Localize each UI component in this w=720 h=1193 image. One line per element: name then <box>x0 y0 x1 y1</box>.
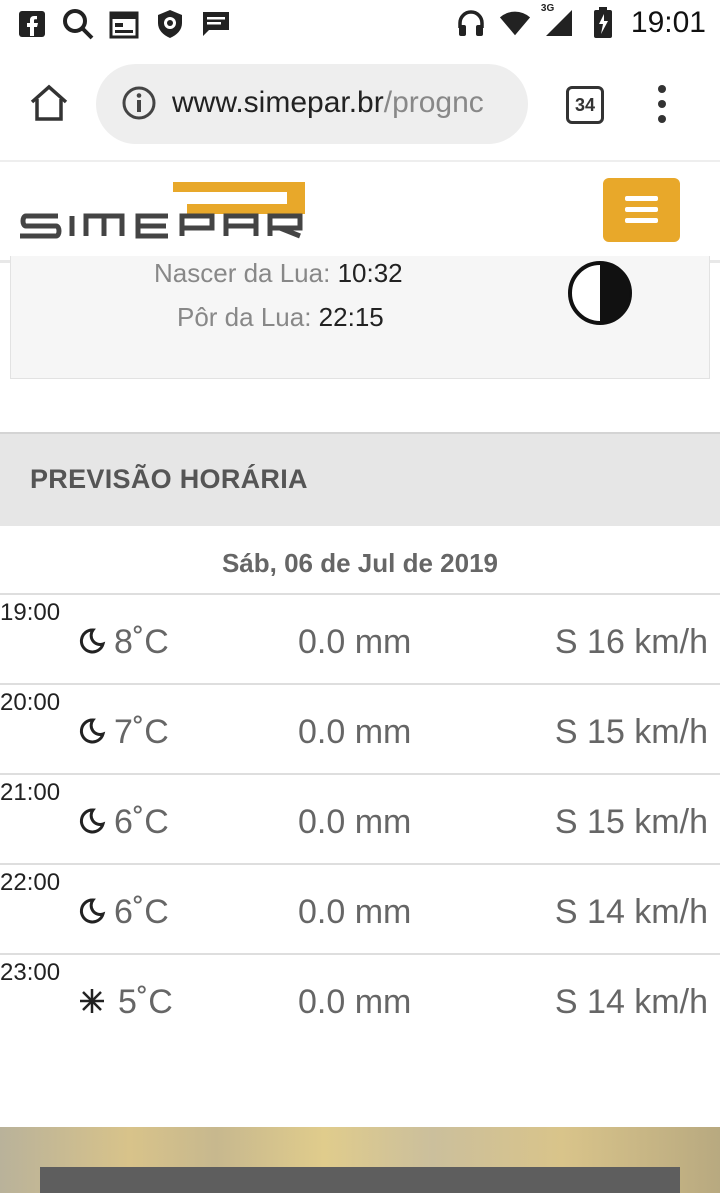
notification-icons <box>16 8 232 40</box>
tab-switcher-button[interactable]: 34 <box>566 86 604 124</box>
hour-precipitation: 0.0 mm <box>298 623 412 661</box>
moon-icon <box>80 628 106 654</box>
hour-precipitation: 0.0 mm <box>298 713 412 751</box>
hour-temperature: 7˚C <box>114 713 169 751</box>
hour-row: 21:00 6˚C 0.0 mm S 15 km/h <box>0 773 720 865</box>
calendar-icon <box>108 8 140 40</box>
site-header <box>0 160 720 263</box>
hour-precipitation: 0.0 mm <box>298 803 412 841</box>
network-type: 3G <box>540 3 555 14</box>
system-icons: 3G 19:01 <box>455 3 706 40</box>
hour-row: 19:00 8˚C 0.0 mm S 16 km/h <box>0 593 720 685</box>
hourly-forecast-header: PREVISÃO HORÁRIA <box>0 432 720 526</box>
shield-icon <box>154 8 186 40</box>
moon-icon <box>80 808 106 834</box>
moonrise-time: 10:32 <box>337 258 403 288</box>
menu-toggle-button[interactable] <box>603 178 680 242</box>
info-icon[interactable] <box>122 86 156 120</box>
moonrise-label: Nascer da Lua: <box>154 258 331 288</box>
url-path: /prognc <box>383 86 484 119</box>
hour-row: 20:00 7˚C 0.0 mm S 15 km/h <box>0 683 720 775</box>
clock: 19:01 <box>630 6 706 39</box>
hour-temperature: 8˚C <box>114 623 169 661</box>
hour-temperature: 5˚C <box>118 983 173 1021</box>
footer-panel <box>40 1167 680 1193</box>
browser-toolbar: www.simepar.br/prognc 34 <box>0 50 720 160</box>
hour-row: 22:00 6˚C 0.0 mm S 14 km/h <box>0 863 720 955</box>
battery-icon <box>587 7 619 39</box>
hour-wind: S 15 km/h <box>554 713 708 751</box>
wifi-icon <box>499 7 531 39</box>
url-host: www.simepar.br <box>172 86 384 119</box>
message-icon <box>200 8 232 40</box>
moon-icon <box>80 898 106 924</box>
hour-precipitation: 0.0 mm <box>298 983 412 1021</box>
home-icon <box>30 84 68 121</box>
hamburger-line <box>625 196 658 201</box>
hour-wind: S 14 km/h <box>554 983 708 1021</box>
signal-icon: 3G <box>541 3 575 39</box>
moon-phase-icon <box>567 260 633 326</box>
hour-wind: S 14 km/h <box>554 893 708 931</box>
forecast-date: Sáb, 06 de Jul de 2019 <box>221 548 499 578</box>
hour-time: 20:00 <box>0 689 61 716</box>
url-text[interactable]: www.simepar.br/prognc <box>172 86 512 120</box>
moonset-time: 22:15 <box>318 302 384 332</box>
hour-time: 23:00 <box>0 959 61 986</box>
facebook-icon <box>16 8 48 40</box>
hour-temperature: 6˚C <box>114 893 169 931</box>
home-button[interactable] <box>28 82 70 124</box>
hour-time: 19:00 <box>0 599 61 626</box>
hour-time: 21:00 <box>0 779 61 806</box>
hour-precipitation: 0.0 mm <box>298 893 412 931</box>
search-icon <box>62 8 94 40</box>
hour-temperature: 6˚C <box>114 803 169 841</box>
address-bar[interactable]: www.simepar.br/prognc <box>96 64 528 144</box>
headphones-icon <box>455 7 487 39</box>
moonset-label: Pôr da Lua: <box>177 302 312 332</box>
overflow-menu-button[interactable] <box>652 84 672 124</box>
moon-info-card: Nascer da Lua: 10:32 Pôr da Lua: 22:15 <box>10 256 710 379</box>
snowflake-icon <box>80 989 104 1013</box>
hamburger-line <box>625 207 658 212</box>
status-bar: 3G 19:01 <box>0 0 720 50</box>
moonrise-row: Nascer da Lua: 10:32 <box>154 258 403 289</box>
moonset-row: Pôr da Lua: 22:15 <box>177 302 384 333</box>
hour-wind: S 16 km/h <box>554 623 708 661</box>
moon-icon <box>80 718 106 744</box>
more-vert-icon <box>658 85 666 123</box>
hour-time: 22:00 <box>0 869 61 896</box>
simepar-logo[interactable] <box>18 180 308 240</box>
section-title: PREVISÃO HORÁRIA <box>30 464 308 494</box>
hour-wind: S 15 km/h <box>554 803 708 841</box>
hour-row: 23:00 5˚C 0.0 mm S 14 km/h <box>0 953 720 1045</box>
hamburger-line <box>625 218 658 223</box>
